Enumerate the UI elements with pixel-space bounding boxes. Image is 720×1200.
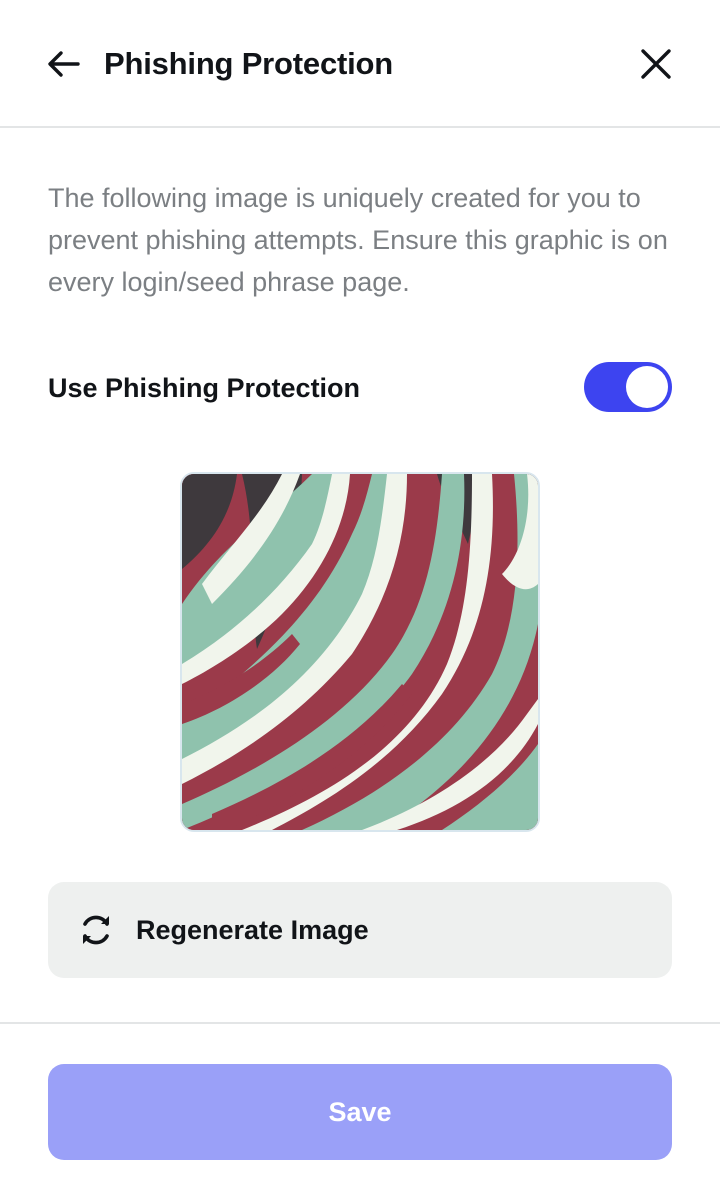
description-text: The following image is uniquely created … xyxy=(48,183,668,297)
refresh-icon xyxy=(83,915,109,945)
save-label: Save xyxy=(328,1096,392,1127)
back-button[interactable] xyxy=(44,44,84,84)
regenerate-label: Regenerate Image xyxy=(136,915,369,945)
security-pattern xyxy=(182,474,538,830)
header: Phishing Protection xyxy=(0,0,720,128)
toggle-label: Use Phishing Protection xyxy=(48,373,361,403)
phishing-protection-setting: Use Phishing Protection xyxy=(48,362,672,414)
close-button[interactable] xyxy=(636,44,676,84)
close-icon xyxy=(641,49,671,79)
phishing-protection-toggle[interactable] xyxy=(584,362,672,412)
page-title: Phishing Protection xyxy=(104,46,393,81)
toggle-knob xyxy=(626,366,668,408)
footer-divider xyxy=(0,1022,720,1024)
save-button[interactable]: Save xyxy=(48,1064,672,1160)
regenerate-image-button[interactable]: Regenerate Image xyxy=(48,882,672,978)
security-image xyxy=(180,472,540,832)
arrow-left-icon xyxy=(48,51,80,77)
